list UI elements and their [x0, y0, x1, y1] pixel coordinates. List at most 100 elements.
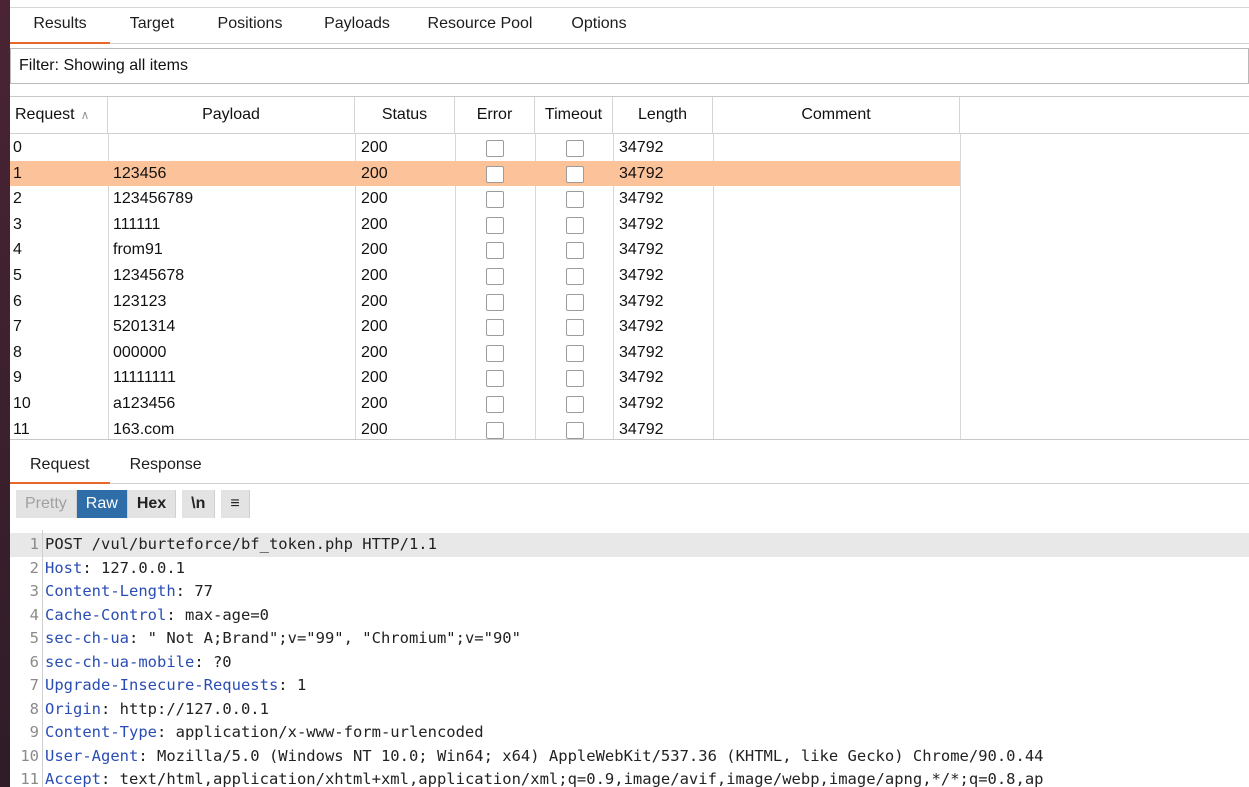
header-name: sec-ch-ua: [45, 629, 129, 647]
column-header-status[interactable]: Status: [355, 97, 455, 134]
table-row[interactable]: 5 12345678 200 34792: [10, 263, 960, 289]
results-table: Request ∧ Payload Status Error Timeout Le…: [10, 96, 1249, 440]
tab-positions[interactable]: Positions: [194, 8, 306, 44]
status-code: 200: [361, 292, 388, 310]
timeout-checkbox: [566, 191, 584, 209]
line-number: 7: [29, 676, 39, 694]
payload-value: from91: [113, 241, 163, 259]
header-value: : 77: [175, 582, 213, 600]
tab-request[interactable]: Request: [10, 450, 110, 484]
status-code: 200: [361, 369, 388, 387]
header-name: Content-Type: [45, 723, 157, 741]
tab-resource-pool[interactable]: Resource Pool: [408, 8, 552, 44]
table-row[interactable]: 7 5201314 200 34792: [10, 314, 960, 340]
tab-options[interactable]: Options: [552, 8, 646, 44]
menu-icon[interactable]: ≡: [221, 490, 250, 518]
column-header-length[interactable]: Length: [613, 97, 713, 134]
line-text: sec-ch-ua-mobile: ?0: [45, 651, 232, 675]
header-value: : text/html,application/xhtml+xml,applic…: [101, 770, 1044, 787]
response-length: 34792: [619, 395, 664, 412]
top-border: [10, 0, 1249, 8]
request-line[interactable]: 3 Content-Length: 77: [10, 580, 1249, 604]
response-length: 34792: [619, 318, 664, 336]
line-number: 2: [29, 558, 39, 577]
window-edge: [0, 0, 10, 787]
column-header-comment[interactable]: Comment: [713, 97, 960, 134]
line-number: 8: [29, 699, 39, 718]
request-number: 2: [13, 190, 22, 208]
header-name: Cache-Control: [45, 605, 167, 624]
payload-value: a123456: [113, 395, 176, 412]
line-text: sec-ch-ua: " Not A;Brand";v="99", "Chrom…: [45, 627, 521, 651]
hex-button[interactable]: Hex: [127, 490, 177, 518]
table-row[interactable]: 11 163.com 200 34792: [10, 417, 960, 443]
column-header-request[interactable]: Request ∧: [10, 97, 108, 134]
header-value: POST /vul/burteforce/bf_token.php HTTP/1…: [45, 535, 437, 553]
line-text: Accept: text/html,application/xhtml+xml,…: [45, 768, 1044, 787]
header-value: : " Not A;Brand";v="99", "Chromium";v="9…: [129, 629, 521, 647]
tab-payloads[interactable]: Payloads: [306, 8, 408, 44]
line-text: Host: 127.0.0.1: [45, 557, 185, 581]
error-checkbox: [486, 421, 504, 439]
request-line[interactable]: 4 Cache-Control: max-age=0: [10, 604, 1249, 628]
table-header: Request ∧ Payload Status Error Timeout Le…: [10, 97, 1249, 134]
raw-button[interactable]: Raw: [76, 490, 128, 518]
line-text: Content-Type: application/x-www-form-url…: [45, 721, 484, 745]
status-code: 200: [361, 215, 388, 233]
header-name: Host: [45, 558, 83, 577]
response-length: 34792: [619, 164, 664, 182]
column-header-error[interactable]: Error: [455, 97, 535, 134]
request-line[interactable]: 5 sec-ch-ua: " Not A;Brand";v="99", "Chro…: [10, 627, 1249, 651]
payload-value: 11111111: [113, 369, 176, 387]
request-number: 11: [13, 420, 30, 438]
error-checkbox: [486, 191, 504, 209]
payload-value: 123456789: [113, 190, 194, 208]
filter-bar[interactable]: Filter: Showing all items: [10, 48, 1249, 84]
request-line[interactable]: 7 Upgrade-Insecure-Requests: 1: [10, 674, 1249, 698]
line-number: 1: [29, 535, 39, 553]
tab-results[interactable]: Results: [10, 8, 110, 44]
table-row[interactable]: 10 a123456 200 34792: [10, 391, 960, 417]
error-checkbox: [486, 319, 504, 337]
request-line[interactable]: 2 Host: 127.0.0.1: [10, 557, 1249, 581]
table-row[interactable]: 8 000000 200 34792: [10, 340, 960, 366]
column-header-payload[interactable]: Payload: [108, 97, 355, 134]
line-text: Cache-Control: max-age=0: [45, 604, 269, 628]
request-line[interactable]: 1 POST /vul/burteforce/bf_token.php HTTP/…: [10, 533, 1249, 557]
show-newlines-button[interactable]: \n: [182, 490, 216, 518]
header-name: Upgrade-Insecure-Requests: [45, 676, 279, 694]
request-line[interactable]: 6 sec-ch-ua-mobile: ?0: [10, 651, 1249, 675]
header-value: : Mozilla/5.0 (Windows NT 10.0; Win64; x…: [138, 746, 1044, 765]
line-number: 5: [29, 629, 39, 647]
line-number: 6: [29, 652, 39, 671]
pretty-button[interactable]: Pretty: [16, 490, 77, 518]
header-name: Origin: [45, 699, 101, 718]
request-number: 1: [13, 164, 22, 182]
request-line[interactable]: 10 User-Agent: Mozilla/5.0 (Windows NT 10…: [10, 745, 1249, 769]
request-number: 5: [13, 267, 22, 284]
table-row[interactable]: 6 123123 200 34792: [10, 289, 960, 315]
table-row[interactable]: 3 111111 200 34792: [10, 212, 960, 238]
column-header-timeout[interactable]: Timeout: [535, 97, 613, 134]
request-line[interactable]: 8 Origin: http://127.0.0.1: [10, 698, 1249, 722]
table-row[interactable]: 1 123456 200 34792: [10, 160, 960, 187]
response-length: 34792: [619, 267, 664, 284]
line-number: 11: [20, 770, 39, 787]
error-checkbox: [486, 268, 504, 285]
response-length: 34792: [619, 241, 664, 259]
status-code: 200: [361, 190, 388, 208]
request-line[interactable]: 11 Accept: text/html,application/xhtml+xm…: [10, 768, 1249, 787]
payload-value: 000000: [113, 343, 167, 361]
request-line[interactable]: 9 Content-Type: application/x-www-form-ur…: [10, 721, 1249, 745]
table-row[interactable]: 2 123456789 200 34792: [10, 186, 960, 212]
tab-response[interactable]: Response: [110, 450, 222, 484]
timeout-checkbox: [566, 293, 584, 311]
request-number: 10: [13, 395, 31, 412]
table-row[interactable]: 9 11111111 200 34792: [10, 365, 960, 391]
table-row[interactable]: 0 200 34792: [10, 135, 960, 161]
timeout-checkbox: [566, 396, 584, 413]
table-row[interactable]: 4 from91 200 34792: [10, 237, 960, 263]
request-editor[interactable]: 1 POST /vul/burteforce/bf_token.php HTTP/…: [10, 530, 1249, 787]
error-checkbox: [486, 165, 504, 183]
tab-target[interactable]: Target: [110, 8, 194, 44]
